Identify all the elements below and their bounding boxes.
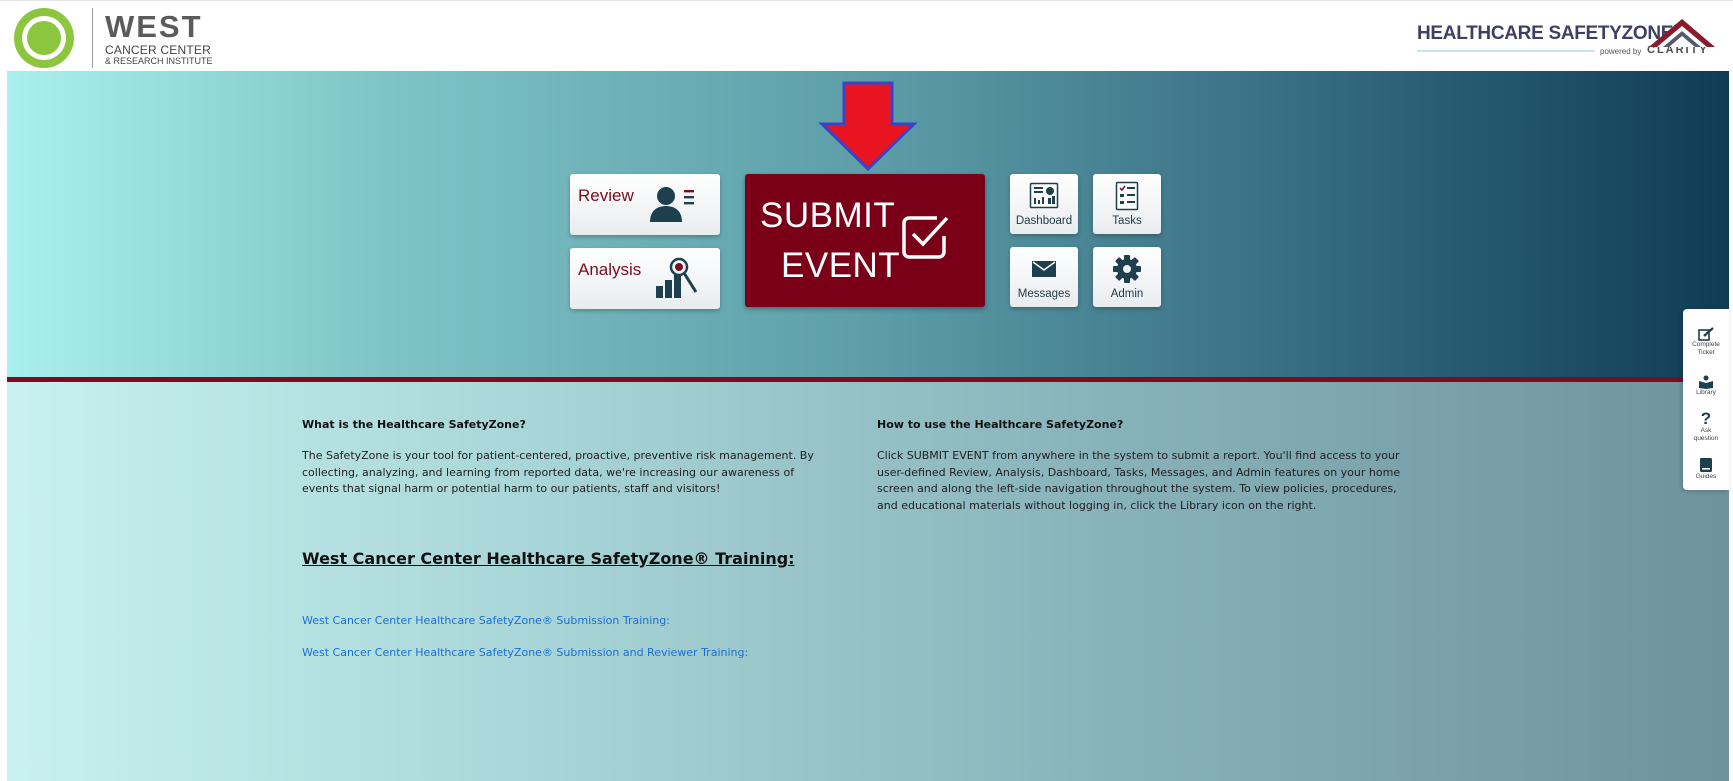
admin-tile[interactable]: Admin	[1093, 247, 1161, 307]
how-to-column: How to use the Healthcare SafetyZone? Cl…	[877, 418, 1417, 514]
analysis-label: Analysis	[578, 260, 642, 279]
submit-line1: SUBMIT	[760, 196, 896, 235]
brand-underline	[1417, 50, 1595, 52]
tasks-label: Tasks	[1112, 215, 1142, 227]
ask-question-button[interactable]: ? Ask question	[1683, 410, 1729, 443]
submit-line2: EVENT	[781, 246, 901, 285]
library-label: Library	[1696, 389, 1716, 396]
admin-label: Admin	[1110, 288, 1144, 300]
dashboard-icon	[1029, 182, 1059, 209]
complete-ticket-label2: Ticket	[1697, 349, 1715, 356]
gear-icon	[1113, 255, 1141, 283]
guides-label: Guides	[1695, 473, 1717, 480]
checklist-icon	[1115, 181, 1139, 211]
red-down-arrow-icon	[818, 81, 918, 171]
submission-reviewer-training-link[interactable]: West Cancer Center Healthcare SafetyZone…	[302, 646, 748, 659]
right-side-dock: Complete Ticket Library ? Ask question G…	[1683, 309, 1729, 490]
library-button[interactable]: Library	[1683, 375, 1729, 397]
west-logo[interactable]: WEST CANCER CENTER & RESEARCH INSTITUTE	[12, 7, 213, 69]
brand-name-text: HEALTHCARE SAFETYZONE	[1417, 23, 1674, 44]
how-to-heading: How to use the Healthcare SafetyZone?	[877, 418, 1124, 431]
dashboard-tile[interactable]: Dashboard	[1010, 174, 1078, 234]
person-list-icon	[650, 187, 694, 222]
what-is-heading: What is the Healthcare SafetyZone?	[302, 418, 526, 431]
logo-text: WEST CANCER CENTER & RESEARCH INSTITUTE	[105, 11, 213, 66]
app-header: WEST CANCER CENTER & RESEARCH INSTITUTE …	[0, 0, 1733, 71]
brand-name: HEALTHCARE SAFETYZONE®	[1417, 23, 1681, 45]
org-name: WEST	[105, 8, 203, 44]
guides-button[interactable]: Guides	[1683, 457, 1729, 481]
ask-question-label1: Ask	[1700, 427, 1712, 434]
review-tile[interactable]: Review	[570, 174, 720, 235]
library-icon	[1699, 375, 1713, 389]
question-icon: ?	[1700, 409, 1712, 428]
info-section: What is the Healthcare SafetyZone? The S…	[7, 382, 1729, 781]
org-sub1: CANCER CENTER	[105, 42, 211, 57]
how-to-body: Click SUBMIT EVENT from anywhere in the …	[877, 449, 1401, 512]
complete-ticket-label1: Complete	[1692, 341, 1720, 348]
clarity-mountain-icon	[1649, 19, 1715, 47]
dashboard-label: Dashboard	[1015, 215, 1073, 227]
what-is-column: What is the Healthcare SafetyZone? The S…	[302, 418, 832, 498]
logo-divider	[92, 8, 93, 68]
submission-training-link[interactable]: West Cancer Center Healthcare SafetyZone…	[302, 614, 670, 627]
powered-by: powered by	[1600, 47, 1642, 56]
book-icon	[1700, 458, 1712, 472]
complete-ticket-button[interactable]: Complete Ticket	[1683, 327, 1729, 357]
tasks-tile[interactable]: Tasks	[1093, 174, 1161, 234]
analysis-tile[interactable]: Analysis	[570, 248, 720, 309]
org-sub2: & RESEARCH INSTITUTE	[105, 55, 213, 66]
edit-ticket-icon	[1698, 327, 1714, 341]
what-is-body: The SafetyZone is your tool for patient-…	[302, 449, 814, 495]
west-ring-logo-icon	[14, 8, 74, 68]
chart-magnifier-icon	[656, 257, 698, 298]
messages-label: Messages	[1017, 288, 1071, 300]
envelope-icon	[1032, 261, 1056, 277]
safetyzone-logo: HEALTHCARE SAFETYZONE® powered by CLARIT…	[1417, 17, 1717, 59]
submit-event-button[interactable]: SUBMIT EVENT	[745, 174, 985, 307]
review-label: Review	[578, 186, 634, 205]
checkbox-check-icon	[902, 216, 949, 259]
training-heading: West Cancer Center Healthcare SafetyZone…	[302, 549, 795, 568]
ask-question-label2: question	[1693, 435, 1719, 442]
messages-tile[interactable]: Messages	[1010, 247, 1078, 307]
